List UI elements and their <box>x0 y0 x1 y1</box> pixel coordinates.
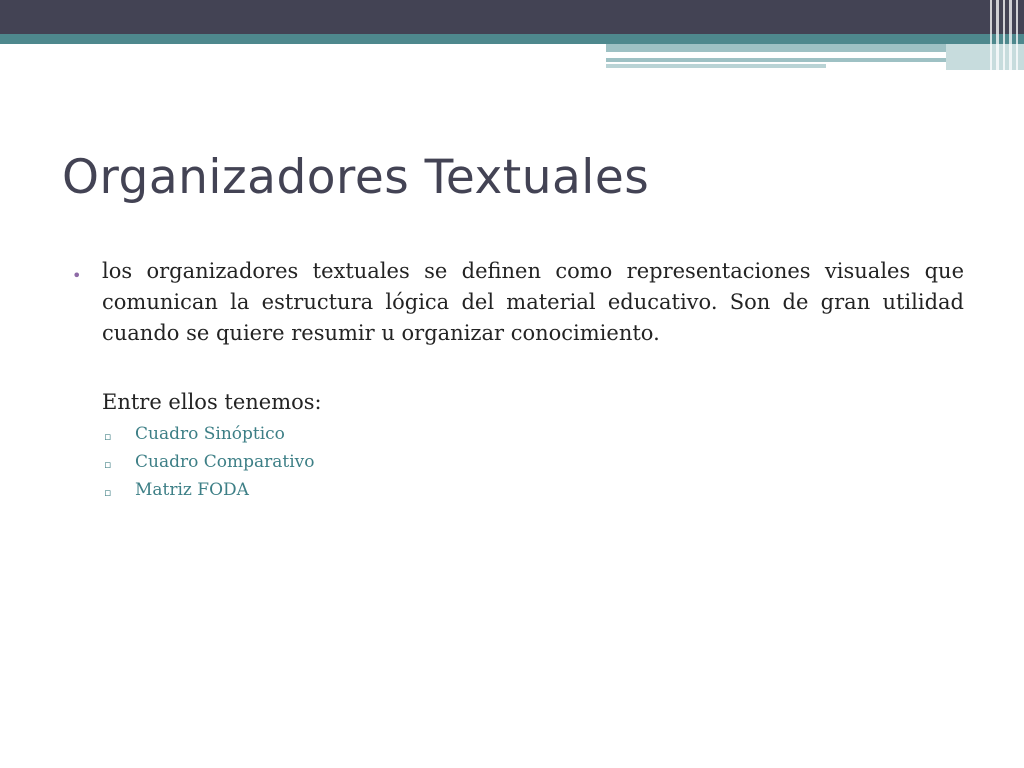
slide: Organizadores Textuales • los organizado… <box>0 0 1024 768</box>
square-bullet-icon: ▫ <box>104 458 112 471</box>
list-item-label: Matriz FODA <box>135 480 249 500</box>
header-band-dark <box>0 0 1024 34</box>
square-bullet-icon: ▫ <box>104 430 112 443</box>
subheading: Entre ellos tenemos: <box>102 390 322 414</box>
bullet-paragraph: los organizadores textuales se definen c… <box>102 259 964 345</box>
bullet-dot: • <box>72 266 82 285</box>
header-accent-line <box>606 58 946 62</box>
header-accent-line-short <box>606 64 826 68</box>
header-band-white <box>0 44 606 52</box>
list-item-label: Cuadro Comparativo <box>135 452 315 472</box>
list-item-label: Cuadro Sinóptico <box>135 424 285 444</box>
slide-title: Organizadores Textuales <box>62 150 650 205</box>
header-corner-stripes <box>988 0 1024 70</box>
square-bullet-icon: ▫ <box>104 486 112 499</box>
header-band-teal <box>0 34 1024 44</box>
